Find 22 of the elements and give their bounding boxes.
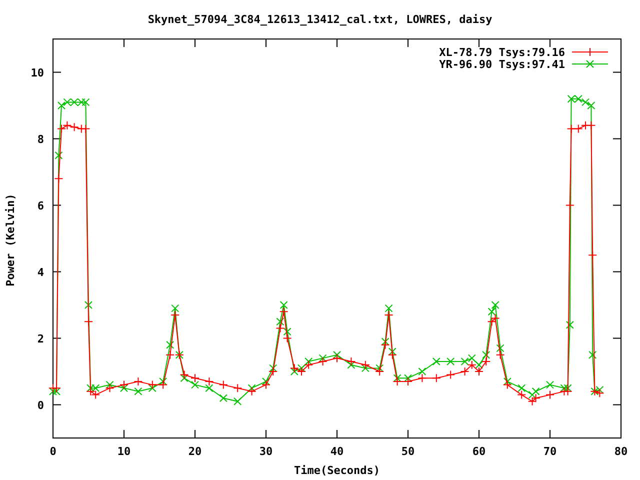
tick-label: 4 xyxy=(37,266,44,279)
legend-line-sample xyxy=(572,60,608,68)
tick-label: 70 xyxy=(543,445,557,458)
tick-label: 10 xyxy=(117,445,131,458)
legend-line-sample xyxy=(572,48,608,56)
tick-label: 0 xyxy=(37,398,44,412)
tick-label: 60 xyxy=(472,445,486,458)
tick-label: 8 xyxy=(37,132,44,146)
tick-label: 0 xyxy=(50,445,56,458)
tick-label: 2 xyxy=(37,332,44,346)
x-axis-label: Time(Seconds) xyxy=(294,464,380,477)
chart-title: Skynet_57094_3C84_12613_13412_cal.txt, LOWRES, daisy xyxy=(148,13,492,26)
tick-label: 30 xyxy=(259,445,273,458)
tick-label: 80 xyxy=(614,445,628,458)
tick-label: 20 xyxy=(188,445,202,458)
tick-label: 6 xyxy=(37,199,44,212)
legend-label: YR-96.90 Tsys:97.41 xyxy=(439,58,565,71)
tick-label: 10 xyxy=(30,66,44,80)
y-axis-label: Power (Kelvin) xyxy=(4,194,17,286)
legend-label: XL-78.79 Tsys:79.16 xyxy=(439,46,565,59)
tick-label: 50 xyxy=(401,445,415,458)
tick-label: 40 xyxy=(330,445,344,458)
